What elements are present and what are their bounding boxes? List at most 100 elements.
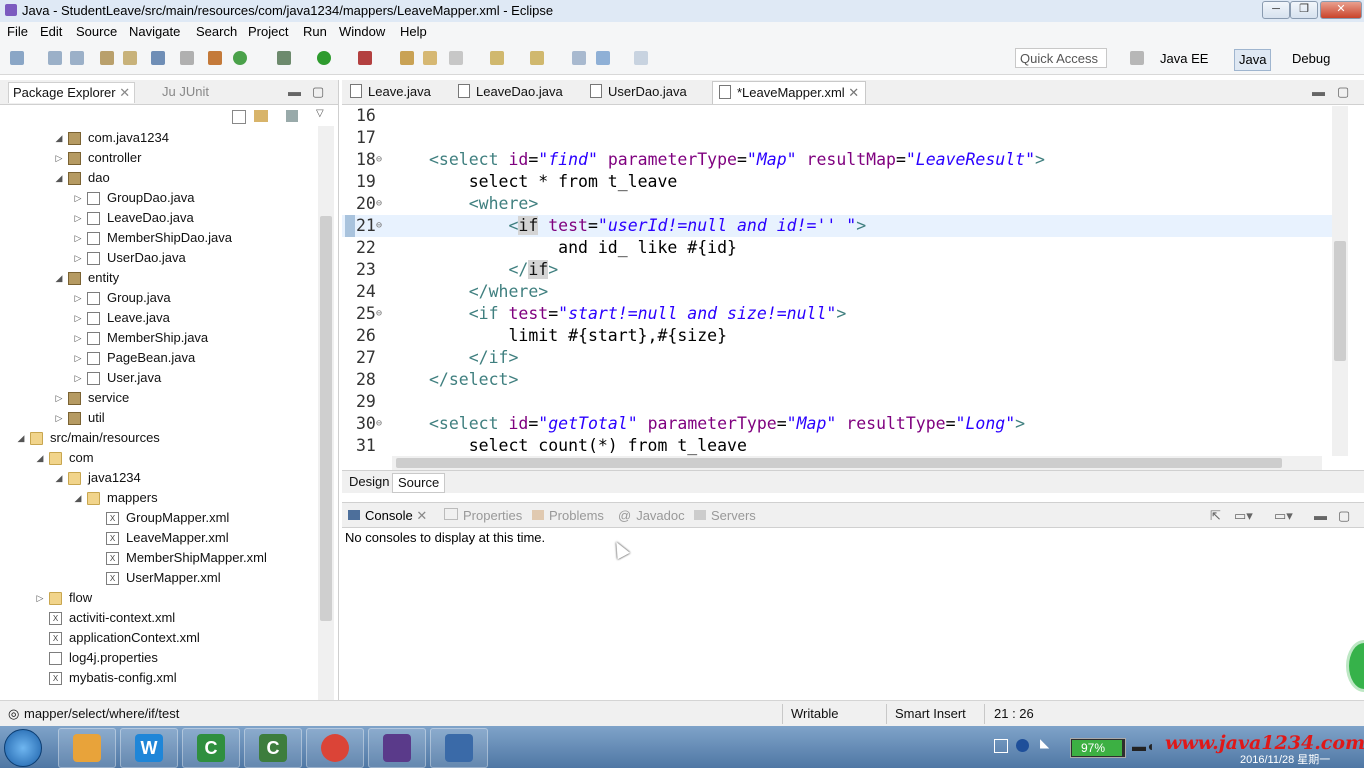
- expanded-arrow-icon[interactable]: ◢: [35, 448, 45, 468]
- left-scrollbar[interactable]: [318, 126, 334, 700]
- code-line[interactable]: 23 </if>: [342, 259, 1332, 281]
- close-button[interactable]: ✕: [1320, 1, 1362, 19]
- forward-icon[interactable]: [634, 51, 648, 65]
- code-line[interactable]: 27 </if>: [342, 347, 1332, 369]
- tree-item[interactable]: X LeaveMapper.xml: [0, 528, 318, 548]
- tab-javadoc[interactable]: @ Javadoc: [618, 508, 685, 523]
- minimize-button[interactable]: ─: [1262, 1, 1290, 19]
- expanded-arrow-icon[interactable]: ◢: [54, 168, 64, 188]
- collapsed-arrow-icon[interactable]: ▷: [73, 288, 83, 308]
- tray-expand-icon[interactable]: ◣: [1040, 736, 1049, 750]
- tree-item[interactable]: ▷ MemberShip.java: [0, 328, 318, 348]
- editor-vertical-scrollbar[interactable]: [1332, 106, 1348, 456]
- tree-item[interactable]: X MemberShipMapper.xml: [0, 548, 318, 568]
- tray-icon[interactable]: [994, 739, 1008, 753]
- scroll-thumb[interactable]: [1334, 241, 1346, 361]
- save-all-icon[interactable]: [70, 51, 84, 65]
- code-line[interactable]: 22 and id_ like #{id}: [342, 237, 1332, 259]
- code-line[interactable]: 26 limit #{start},#{size}: [342, 325, 1332, 347]
- minimize-view-icon[interactable]: ▬: [288, 84, 301, 99]
- collapsed-arrow-icon[interactable]: ▷: [35, 588, 45, 608]
- fold-toggle-icon[interactable]: ⊖: [376, 193, 382, 215]
- expanded-arrow-icon[interactable]: ◢: [73, 488, 83, 508]
- refresh-icon[interactable]: [233, 51, 247, 65]
- pin-console-icon[interactable]: ▭▾: [1274, 508, 1293, 524]
- tree-item[interactable]: ▷ service: [0, 388, 318, 408]
- expanded-arrow-icon[interactable]: ◢: [16, 428, 26, 448]
- collapsed-arrow-icon[interactable]: ▷: [73, 188, 83, 208]
- menu-window[interactable]: Window: [339, 24, 385, 39]
- tree-item[interactable]: X GroupMapper.xml: [0, 508, 318, 528]
- taskbar-app-explorer[interactable]: [58, 728, 116, 768]
- menu-edit[interactable]: Edit: [40, 24, 62, 39]
- menu-navigate[interactable]: Navigate: [129, 24, 180, 39]
- open-folder-icon[interactable]: [423, 51, 437, 65]
- help-icon[interactable]: [1016, 739, 1029, 752]
- code-line[interactable]: 25 ⊖ <if test="start!=null and size!=null…: [342, 303, 1332, 325]
- power-plug-icon[interactable]: ▬◖: [1132, 738, 1154, 754]
- tree-item[interactable]: ◢ mappers: [0, 488, 318, 508]
- taskbar-app-camtasia-recorder[interactable]: C: [244, 728, 302, 768]
- debug-icon[interactable]: [277, 51, 291, 65]
- expanded-arrow-icon[interactable]: ◢: [54, 468, 64, 488]
- taskbar-app-camtasia[interactable]: C: [182, 728, 240, 768]
- tab-problems[interactable]: Problems: [532, 508, 604, 523]
- tab-junit[interactable]: Ju JUnit: [162, 84, 209, 99]
- battery-indicator[interactable]: 97%: [1070, 738, 1126, 758]
- new-package-icon[interactable]: [400, 51, 414, 65]
- code-line[interactable]: 29: [342, 391, 1332, 413]
- minimize-editor-icon[interactable]: ▬: [1312, 84, 1325, 99]
- close-icon[interactable]: ✕: [848, 85, 859, 100]
- view-menu-icon[interactable]: ▽: [316, 108, 324, 119]
- collapsed-arrow-icon[interactable]: ▷: [73, 228, 83, 248]
- tree-item[interactable]: ▷ User.java: [0, 368, 318, 388]
- last-edit-icon[interactable]: [572, 51, 586, 65]
- open-perspective-icon[interactable]: [1130, 51, 1144, 65]
- collapsed-arrow-icon[interactable]: ▷: [73, 328, 83, 348]
- tree-item[interactable]: Xmybatis-config.xml: [0, 668, 318, 688]
- back-icon[interactable]: [596, 51, 610, 65]
- search-icon[interactable]: [449, 51, 463, 65]
- close-icon[interactable]: ✕: [416, 508, 427, 523]
- close-icon[interactable]: ✕: [119, 85, 130, 100]
- tab-servers[interactable]: Servers: [694, 508, 756, 523]
- tab-leavedao-java[interactable]: LeaveDao.java: [458, 84, 563, 99]
- tree-item[interactable]: ◢ entity: [0, 268, 318, 288]
- tab-properties[interactable]: Properties: [444, 508, 522, 523]
- collapsed-arrow-icon[interactable]: ▷: [73, 348, 83, 368]
- tree-item[interactable]: ▷ util: [0, 408, 318, 428]
- tree-item[interactable]: ▷ flow: [0, 588, 318, 608]
- menu-search[interactable]: Search: [196, 24, 237, 39]
- tree-item[interactable]: ▷ LeaveDao.java: [0, 208, 318, 228]
- external-tools-icon[interactable]: [358, 51, 372, 65]
- perspective-java-ee[interactable]: Java EE: [1160, 49, 1208, 69]
- code-line[interactable]: 20 ⊖ <where>: [342, 193, 1332, 215]
- expanded-arrow-icon[interactable]: ◢: [54, 268, 64, 288]
- save-icon[interactable]: [48, 51, 62, 65]
- clock-date[interactable]: 2016/11/28 星期一: [1240, 751, 1330, 767]
- run-icon[interactable]: [317, 51, 331, 65]
- code-line[interactable]: 24 </where>: [342, 281, 1332, 303]
- filter-icon[interactable]: [286, 110, 298, 122]
- new-icon[interactable]: [10, 51, 24, 65]
- tree-item[interactable]: log4j.properties: [0, 648, 318, 668]
- link-with-editor-icon[interactable]: [254, 110, 268, 122]
- open-console-icon[interactable]: ⇱: [1210, 508, 1221, 524]
- tree-item[interactable]: ◢ com.java1234: [0, 128, 318, 148]
- code-line[interactable]: 16: [342, 106, 1332, 127]
- tree-item[interactable]: ▷ GroupDao.java: [0, 188, 318, 208]
- code-line[interactable]: 17: [342, 127, 1332, 149]
- menu-file[interactable]: File: [7, 24, 28, 39]
- tree-item[interactable]: ▷ controller: [0, 148, 318, 168]
- tree-item[interactable]: ◢ com: [0, 448, 318, 468]
- tab-source[interactable]: Source: [392, 473, 446, 493]
- collapsed-arrow-icon[interactable]: ▷: [54, 388, 64, 408]
- code-line[interactable]: 28 </select>: [342, 369, 1332, 391]
- maximize-view-icon[interactable]: ▢: [312, 84, 324, 100]
- collapsed-arrow-icon[interactable]: ▷: [73, 368, 83, 388]
- tree-item[interactable]: Xactiviti-context.xml: [0, 608, 318, 628]
- collapsed-arrow-icon[interactable]: ▷: [73, 208, 83, 228]
- skip-breakpoints-icon[interactable]: [180, 51, 194, 65]
- code-line[interactable]: 18 ⊖ <select id="find" parameterType="Map"…: [342, 149, 1332, 171]
- tree-item[interactable]: ▷ UserDao.java: [0, 248, 318, 268]
